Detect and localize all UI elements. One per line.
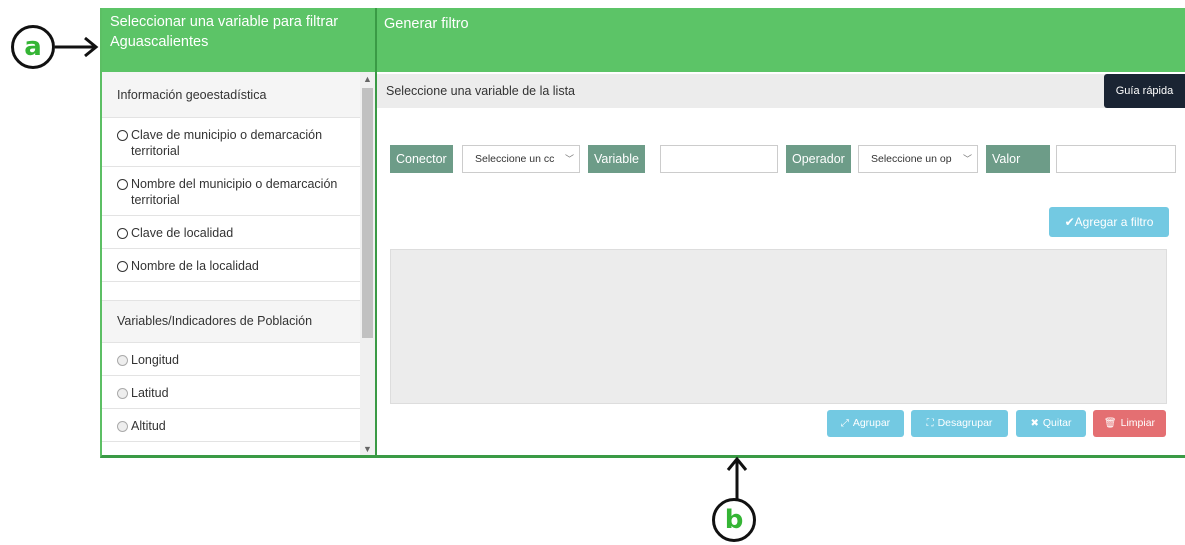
arrow-up-icon [726, 456, 748, 499]
app-frame-border [100, 8, 1185, 458]
arrow-right-icon [55, 36, 99, 58]
filter-app: Seleccionar una variable para filtrar Ag… [100, 8, 1185, 458]
callout-b: b [712, 498, 756, 542]
callout-a: a [11, 25, 55, 69]
